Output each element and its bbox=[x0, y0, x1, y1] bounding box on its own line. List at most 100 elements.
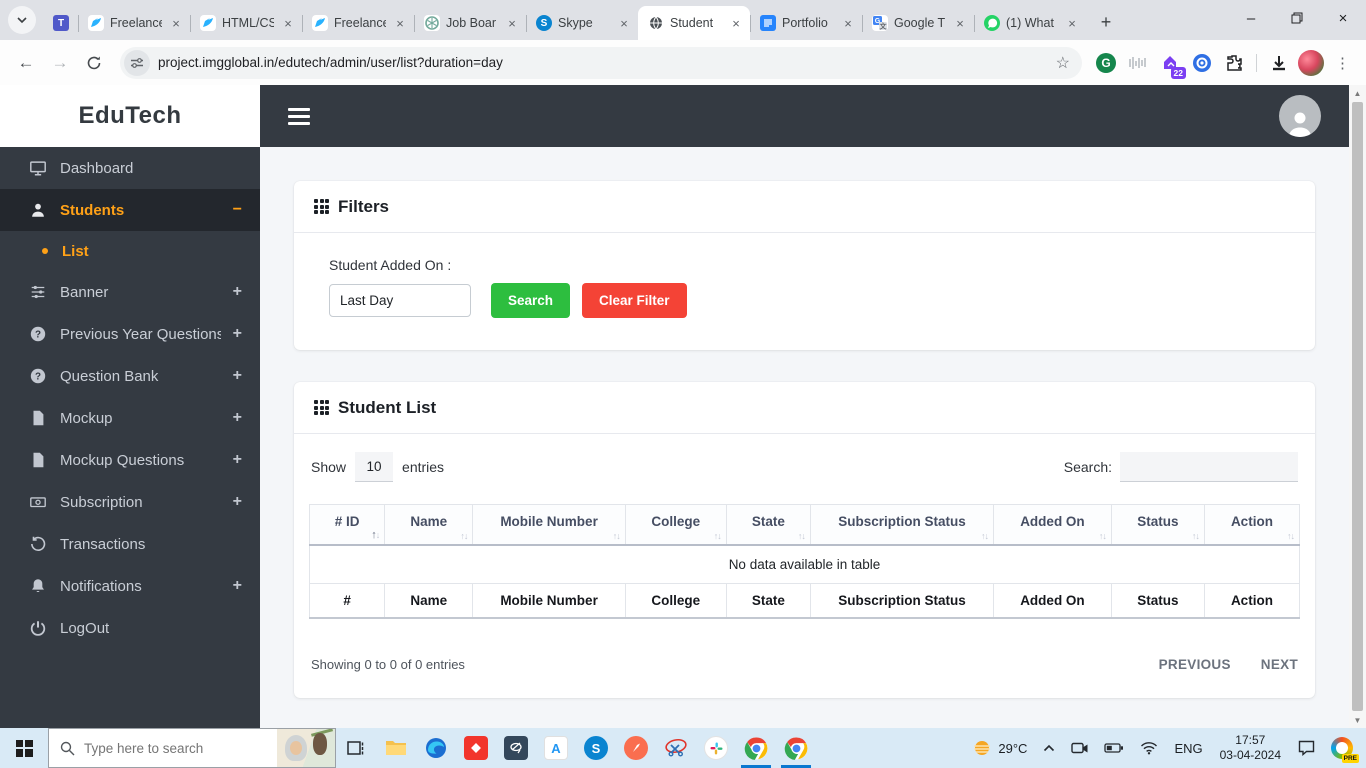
browser-tab-active[interactable]: Student × bbox=[638, 6, 750, 40]
language-indicator[interactable]: ENG bbox=[1167, 728, 1209, 768]
sidebar-item-list[interactable]: List bbox=[0, 231, 260, 271]
sidebar-item-previous-year-questions[interactable]: ? Previous Year Questions + bbox=[0, 313, 260, 355]
sidebar-item-students[interactable]: Students − bbox=[0, 189, 260, 231]
sidebar-item-subscription[interactable]: Subscription + bbox=[0, 481, 260, 523]
downloads-icon[interactable] bbox=[1265, 49, 1293, 77]
sidebar-item-logout[interactable]: LogOut bbox=[0, 607, 260, 649]
student-added-on-input[interactable] bbox=[329, 284, 471, 317]
battery-icon[interactable] bbox=[1097, 728, 1131, 768]
close-tab-icon[interactable]: × bbox=[728, 15, 744, 31]
maximize-button[interactable] bbox=[1274, 0, 1320, 36]
bookmark-extension-icon[interactable]: 22 bbox=[1156, 49, 1186, 79]
tray-chevron-up[interactable] bbox=[1036, 728, 1062, 768]
clear-filter-button[interactable]: Clear Filter bbox=[582, 283, 687, 318]
column-header[interactable]: Mobile Number ↑↓ bbox=[472, 504, 626, 546]
browser-tab[interactable]: Portfolio × bbox=[750, 6, 862, 40]
back-button[interactable]: ← bbox=[10, 47, 42, 79]
address-bar[interactable]: project.imgglobal.in/edutech/admin/user/… bbox=[120, 46, 1082, 79]
browser-tab[interactable]: Job Boar × bbox=[414, 6, 526, 40]
close-tab-icon[interactable]: × bbox=[392, 15, 408, 31]
browser-profile-avatar[interactable] bbox=[1297, 49, 1325, 77]
search-highlight-image[interactable] bbox=[277, 729, 335, 767]
wifi-icon[interactable] bbox=[1133, 728, 1165, 768]
slack-icon[interactable] bbox=[696, 728, 736, 768]
url-text[interactable]: project.imgglobal.in/edutech/admin/user/… bbox=[158, 55, 1042, 70]
page-scrollbar[interactable]: ▲ ▼ bbox=[1349, 85, 1366, 728]
scroll-down-arrow[interactable]: ▼ bbox=[1349, 712, 1366, 728]
action-center-icon[interactable] bbox=[1291, 728, 1322, 768]
minimize-button[interactable]: – bbox=[1228, 0, 1274, 36]
site-settings-icon[interactable] bbox=[124, 49, 150, 76]
search-button[interactable]: Search bbox=[491, 283, 571, 318]
close-tab-icon[interactable]: × bbox=[952, 15, 968, 31]
task-view-button[interactable] bbox=[336, 728, 376, 768]
sidebar-item-mockup-questions[interactable]: Mockup Questions + bbox=[0, 439, 260, 481]
hamburger-menu-icon[interactable] bbox=[288, 107, 310, 125]
sidebar-item-question-bank[interactable]: ? Question Bank + bbox=[0, 355, 260, 397]
brand-logo[interactable]: EduTech bbox=[0, 85, 260, 147]
column-header[interactable]: State ↑↓ bbox=[725, 504, 811, 546]
gray-extension-icon[interactable] bbox=[1124, 49, 1152, 77]
weather-widget[interactable]: 29°C bbox=[965, 728, 1034, 768]
reload-button[interactable] bbox=[78, 47, 110, 79]
close-tab-icon[interactable]: × bbox=[280, 15, 296, 31]
browser-tab[interactable]: HTML/CS × bbox=[190, 6, 302, 40]
clock-widget[interactable]: 17:57 03-04-2024 bbox=[1212, 733, 1289, 763]
pinned-tab-teams[interactable]: T bbox=[44, 6, 78, 40]
table-search-input[interactable] bbox=[1120, 452, 1298, 482]
close-tab-icon[interactable]: × bbox=[616, 15, 632, 31]
sidebar-item-banner[interactable]: Banner + bbox=[0, 271, 260, 313]
snipping-tool-icon[interactable] bbox=[656, 728, 696, 768]
close-tab-icon[interactable]: × bbox=[168, 15, 184, 31]
scroll-up-arrow[interactable]: ▲ bbox=[1349, 85, 1366, 101]
column-header[interactable]: Added On ↑↓ bbox=[993, 504, 1112, 546]
appium-icon[interactable]: A bbox=[536, 728, 576, 768]
chatgpt-icon bbox=[424, 15, 440, 31]
browser-tab[interactable]: (1) What × bbox=[974, 6, 1086, 40]
sidebar-item-dashboard[interactable]: Dashboard bbox=[0, 147, 260, 189]
extensions-puzzle-icon[interactable] bbox=[1220, 49, 1248, 77]
browser-tab[interactable]: Freelance × bbox=[78, 6, 190, 40]
close-tab-icon[interactable]: × bbox=[504, 15, 520, 31]
blue-extension-icon[interactable] bbox=[1188, 49, 1216, 77]
chrome-taskbar-icon-active[interactable] bbox=[736, 728, 776, 768]
grammarly-extension-icon[interactable]: G bbox=[1092, 49, 1120, 77]
chrome-taskbar-icon-2[interactable] bbox=[776, 728, 816, 768]
taskbar-search-box[interactable] bbox=[48, 728, 336, 768]
browser-tab[interactable]: S Skype × bbox=[526, 6, 638, 40]
sidebar-item-mockup[interactable]: Mockup + bbox=[0, 397, 260, 439]
browser-tab[interactable]: G文 Google T × bbox=[862, 6, 974, 40]
new-tab-button[interactable]: + bbox=[1092, 8, 1120, 36]
bookmark-star-icon[interactable]: ☆ bbox=[1050, 53, 1076, 73]
close-tab-icon[interactable]: × bbox=[1064, 15, 1080, 31]
taskbar-search-input[interactable] bbox=[84, 740, 268, 756]
column-header[interactable]: Status ↑↓ bbox=[1110, 504, 1205, 546]
meet-now-icon[interactable] bbox=[1064, 728, 1095, 768]
start-button[interactable] bbox=[0, 728, 48, 768]
forward-button[interactable]: → bbox=[44, 47, 76, 79]
skype-taskbar-icon[interactable]: S bbox=[576, 728, 616, 768]
browser-menu-icon[interactable]: ⋮ bbox=[1329, 54, 1356, 72]
sidebar-item-transactions[interactable]: Transactions bbox=[0, 523, 260, 565]
red-diamond-app-icon[interactable] bbox=[456, 728, 496, 768]
column-header[interactable]: Action ↑↓ bbox=[1203, 504, 1301, 546]
entries-select[interactable]: 10 bbox=[355, 452, 394, 482]
browser-tab[interactable]: Freelance × bbox=[302, 6, 414, 40]
scrollbar-thumb[interactable] bbox=[1352, 102, 1363, 711]
column-header[interactable]: Name ↑↓ bbox=[384, 504, 474, 546]
user-avatar[interactable] bbox=[1279, 95, 1321, 137]
column-header[interactable]: College ↑↓ bbox=[624, 504, 727, 546]
file-explorer-icon[interactable] bbox=[376, 728, 416, 768]
sidebar-item-notifications[interactable]: Notifications + bbox=[0, 565, 260, 607]
copilot-icon[interactable]: PRE bbox=[1324, 728, 1360, 768]
orange-pen-app-icon[interactable] bbox=[616, 728, 656, 768]
edge-icon[interactable] bbox=[416, 728, 456, 768]
close-tab-icon[interactable]: × bbox=[840, 15, 856, 31]
previous-page-button[interactable]: PREVIOUS bbox=[1159, 657, 1231, 672]
column-header[interactable]: Subscription Status ↑↓ bbox=[809, 504, 995, 546]
pen-tool-app-icon[interactable] bbox=[496, 728, 536, 768]
close-window-button[interactable]: × bbox=[1320, 0, 1366, 36]
column-header[interactable]: # ID ↑↓ bbox=[308, 504, 386, 546]
next-page-button[interactable]: NEXT bbox=[1261, 657, 1298, 672]
tab-search-button[interactable] bbox=[8, 6, 36, 34]
